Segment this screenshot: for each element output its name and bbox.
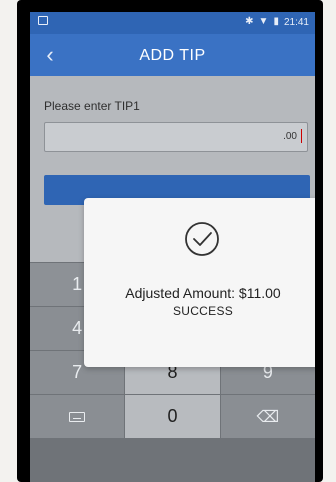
keyboard-icon (69, 411, 86, 422)
text-caret (301, 129, 302, 143)
tip-prompt: Please enter TIP1 (44, 99, 140, 113)
wifi-icon: ▼ (258, 16, 269, 27)
success-text: SUCCESS (172, 304, 234, 318)
backspace-button[interactable]: ⌫ (220, 395, 315, 438)
status-time: 21:41 (283, 16, 309, 28)
page-title: ADD TIP (139, 47, 206, 64)
sim-icon (38, 16, 48, 25)
bluetooth-icon: ✱ (245, 16, 254, 27)
keyboard-toggle-button[interactable] (30, 395, 125, 438)
status-bar: ✱ ▼ ▮ 21:41 (30, 12, 315, 34)
tip-amount-input[interactable]: .00 (44, 122, 308, 152)
adjusted-amount-text: Adjusted Amount: $11.00 (125, 285, 281, 301)
success-dialog: Adjusted Amount: $11.00 SUCCESS (84, 198, 315, 367)
check-circle-icon (185, 222, 219, 256)
tip-amount-value: .00 (283, 131, 297, 142)
device-screen: ✱ ▼ ▮ 21:41 ‹ ADD TIP Please enter TIP1 … (30, 12, 315, 482)
backspace-icon: ⌫ (256, 408, 280, 426)
key-0[interactable]: 0 (125, 395, 220, 438)
status-right: ✱ ▼ ▮ 21:41 (245, 16, 309, 28)
battery-icon: ▮ (273, 16, 279, 27)
app-bar: ‹ ADD TIP (30, 34, 315, 76)
